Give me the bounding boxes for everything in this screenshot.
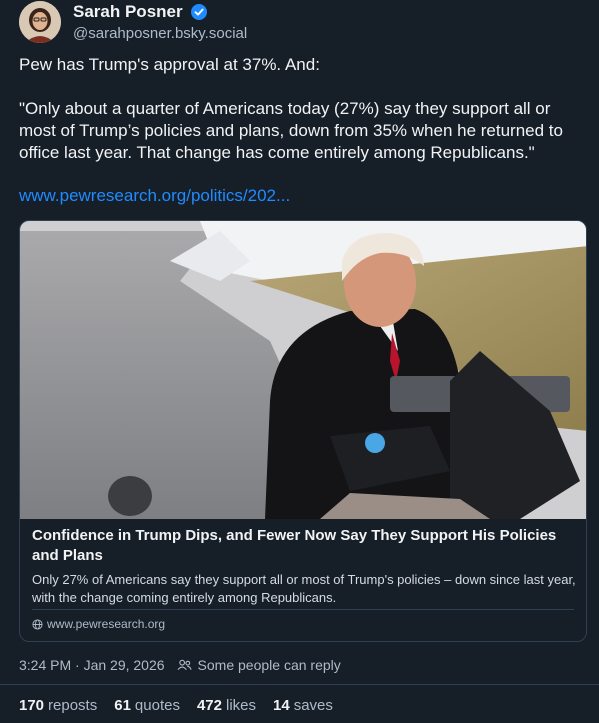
author-header[interactable]: Sarah Posner @sarahposner.bsky.social [73, 2, 247, 42]
saves-stat[interactable]: 14 saves [273, 697, 333, 714]
post-text: Pew has Trump's approval at 37%. And: "O… [19, 54, 584, 186]
divider [0, 684, 599, 685]
post-link[interactable]: www.pewresearch.org/politics/202... [19, 186, 290, 206]
saves-count: 14 [273, 697, 290, 714]
post-timestamp[interactable]: 3:24 PM · Jan 29, 2026 [19, 657, 165, 673]
reposts-count: 170 [19, 697, 45, 714]
reposts-label: reposts [48, 697, 98, 714]
people-icon [177, 659, 192, 671]
avatar[interactable] [19, 1, 61, 43]
likes-stat[interactable]: 472 likes [197, 697, 256, 714]
card-divider [32, 609, 574, 610]
post-paragraph: "Only about a quarter of Americans today… [19, 99, 568, 162]
card-domain: www.pewresearch.org [32, 617, 165, 631]
card-text[interactable]: Confidence in Trump Dips, and Fewer Now … [32, 526, 576, 607]
engagement-stats: 170 reposts 61 quotes 472 likes 14 saves [19, 697, 350, 714]
post-meta: 3:24 PM · Jan 29, 2026 Some people can r… [19, 657, 341, 673]
reposts-stat[interactable]: 170 reposts [19, 697, 97, 714]
likes-count: 472 [196, 697, 222, 714]
quotes-label: quotes [134, 697, 180, 714]
author-handle[interactable]: @sarahposner.bsky.social [73, 25, 247, 42]
globe-icon [32, 618, 43, 630]
likes-label: likes [226, 697, 257, 714]
author-display-name[interactable]: Sarah Posner [73, 2, 183, 22]
card-domain-text: www.pewresearch.org [47, 617, 166, 631]
post-thread-item: Sarah Posner @sarahposner.bsky.social Pe… [0, 0, 599, 723]
card-image[interactable] [20, 221, 586, 519]
saves-label: saves [293, 697, 333, 714]
card-description: Only 27% of Americans say they support a… [32, 572, 576, 605]
verified-check-icon[interactable] [191, 4, 208, 20]
post-paragraph: Pew has Trump's approval at 37%. And: [19, 55, 320, 74]
quotes-stat[interactable]: 61 quotes [114, 697, 180, 714]
link-preview-card[interactable]: Confidence in Trump Dips, and Fewer Now … [19, 220, 587, 642]
card-title[interactable]: Confidence in Trump Dips, and Fewer Now … [32, 526, 576, 566]
reply-setting[interactable]: Some people can reply [198, 657, 341, 673]
quotes-count: 61 [114, 697, 131, 714]
